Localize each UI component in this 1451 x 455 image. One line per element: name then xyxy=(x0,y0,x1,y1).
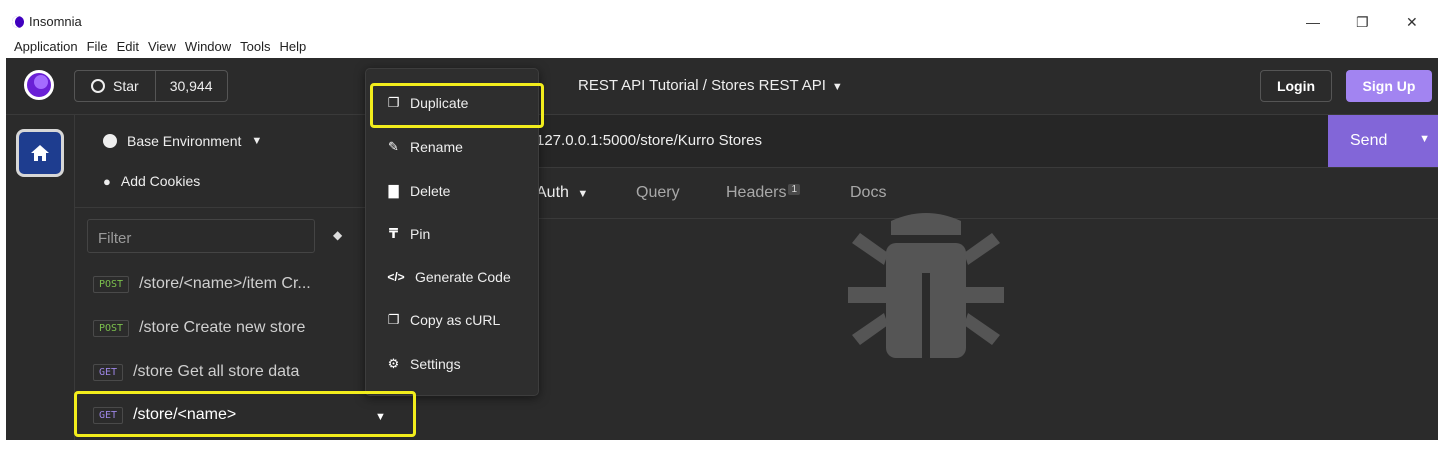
menu-bar: Application File Edit View Window Tools Help xyxy=(6,38,1444,58)
filter-input[interactable]: Filter xyxy=(87,219,315,253)
environment-selector[interactable]: Base Environment ▼ xyxy=(103,133,262,149)
menu-item-rename[interactable]: ✎ Rename xyxy=(386,139,463,155)
home-icon xyxy=(31,145,49,161)
tab-headers[interactable]: Headers 1 xyxy=(726,184,801,202)
cookie-icon: ● xyxy=(103,173,111,189)
pin-icon: ₸ xyxy=(388,226,399,241)
environment-label: Base Environment xyxy=(127,133,242,149)
menu-tools[interactable]: Tools xyxy=(240,39,270,54)
method-badge: POST xyxy=(93,319,130,337)
request-label: /store Create new store xyxy=(139,319,306,336)
top-bar: Star 30,944 REST API Tutorial / Stores R… xyxy=(6,58,1438,115)
tab-headers-label: Headers xyxy=(726,184,787,201)
close-button[interactable]: ✕ xyxy=(1406,14,1418,31)
menu-file[interactable]: File xyxy=(87,39,108,54)
menu-edit[interactable]: Edit xyxy=(117,39,139,54)
tab-auth-label: Auth xyxy=(536,184,569,201)
insomnia-app-icon xyxy=(12,16,24,28)
breadcrumb-separator: / xyxy=(702,77,707,94)
chevron-down-icon: ▼ xyxy=(577,188,589,200)
left-rail xyxy=(6,115,74,440)
trash-icon: ▇ xyxy=(388,183,399,198)
menu-item-label: Pin xyxy=(410,226,431,242)
gear-icon: ⚙ xyxy=(387,356,400,371)
breadcrumb[interactable]: REST API Tutorial / Stores REST API ▼ xyxy=(578,77,843,94)
star-label: Star xyxy=(113,78,139,94)
request-item[interactable]: POST /store/<name>/item Cr... xyxy=(93,275,311,293)
menu-item-label: Copy as cURL xyxy=(410,312,501,328)
active-request-highlight-box xyxy=(74,391,416,437)
star-count: 30,944 xyxy=(169,78,213,94)
menu-item-delete[interactable]: ▇ Delete xyxy=(386,183,451,199)
duplicate-highlight-box xyxy=(370,83,544,128)
menu-item-pin[interactable]: ₸ Pin xyxy=(386,226,430,242)
request-item[interactable]: GET /store Get all store data xyxy=(93,363,299,381)
breadcrumb-project[interactable]: REST API Tutorial xyxy=(578,77,699,94)
sidebar-divider xyxy=(75,207,369,208)
tab-query[interactable]: Query xyxy=(636,184,680,202)
menu-window[interactable]: Window xyxy=(185,39,231,54)
chevron-down-icon[interactable]: ▼ xyxy=(832,81,843,93)
method-badge: POST xyxy=(93,275,130,293)
request-label: /store/<name>/item Cr... xyxy=(139,275,311,292)
breadcrumb-collection[interactable]: Stores REST API xyxy=(711,77,826,94)
copy-icon: ❐ xyxy=(387,312,400,327)
restore-button[interactable]: ❐ xyxy=(1356,14,1369,31)
add-cookies-button[interactable]: ● Add Cookies xyxy=(103,173,200,189)
tab-auth[interactable]: Auth ▼ xyxy=(536,184,588,202)
code-icon: </> xyxy=(387,270,405,284)
menu-view[interactable]: View xyxy=(148,39,176,54)
environment-dot-icon xyxy=(103,134,117,148)
menu-item-label: Settings xyxy=(410,356,461,372)
tab-docs[interactable]: Docs xyxy=(850,184,886,202)
github-icon xyxy=(91,79,105,93)
menu-item-generate-code[interactable]: </> Generate Code xyxy=(386,269,511,285)
menu-item-label: Delete xyxy=(410,183,451,199)
menu-application[interactable]: Application xyxy=(14,39,78,54)
menu-help[interactable]: Help xyxy=(280,39,307,54)
menu-item-settings[interactable]: ⚙ Settings xyxy=(386,356,461,372)
request-item[interactable]: POST /store Create new store xyxy=(93,319,305,337)
sort-icon[interactable]: ◆ xyxy=(333,228,342,242)
pencil-icon: ✎ xyxy=(388,139,399,154)
menu-item-copy-curl[interactable]: ❐ Copy as cURL xyxy=(386,312,501,328)
bug-icon xyxy=(848,213,1004,358)
login-button[interactable]: Login xyxy=(1260,70,1332,102)
chevron-down-icon: ▼ xyxy=(251,135,263,147)
title-bar: Insomnia — ❐ ✕ xyxy=(6,6,1444,38)
add-cookies-label: Add Cookies xyxy=(120,173,201,189)
method-badge: GET xyxy=(93,363,124,381)
send-label: Send xyxy=(1350,132,1388,149)
menu-item-label: Generate Code xyxy=(415,269,511,285)
signup-button[interactable]: Sign Up xyxy=(1346,70,1432,102)
app-area: Star 30,944 REST API Tutorial / Stores R… xyxy=(6,58,1438,440)
github-star-group[interactable]: Star 30,944 xyxy=(74,70,228,102)
headers-count-badge: 1 xyxy=(788,184,801,195)
window-title: Insomnia xyxy=(29,14,82,29)
url-input[interactable]: 127.0.0.1:5000/store/Kurro Stores xyxy=(536,132,762,149)
send-button[interactable]: Send ▼ xyxy=(1328,115,1438,167)
insomnia-logo[interactable] xyxy=(24,70,54,100)
home-button[interactable] xyxy=(16,129,64,177)
menu-item-label: Rename xyxy=(410,139,463,155)
request-label: /store Get all store data xyxy=(133,363,300,380)
minimize-button[interactable]: — xyxy=(1306,14,1320,30)
chevron-down-icon[interactable]: ▼ xyxy=(1419,133,1430,145)
github-star-button[interactable]: Star xyxy=(75,71,156,101)
